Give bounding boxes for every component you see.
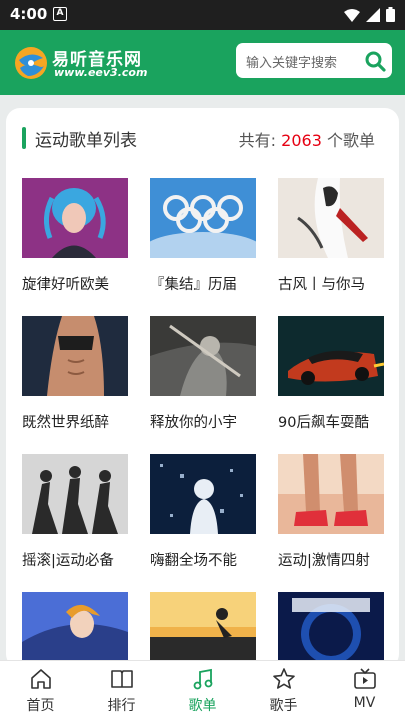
nav-label-home: 首页 <box>26 698 55 714</box>
app-header: 易听音乐网 www.eev3.com 输入关键字搜索 <box>0 30 405 95</box>
playlist-item[interactable]: 既然世界纸醉 <box>22 316 128 432</box>
nav-label-singers: 歌手 <box>269 698 298 714</box>
bottom-nav: 首页 排行 歌单 歌手 MV <box>0 660 405 720</box>
count-number: 2063 <box>281 131 322 150</box>
site-logo[interactable]: 易听音乐网 www.eev3.com <box>14 43 164 83</box>
signal-icon <box>366 7 380 22</box>
playlist-cover <box>22 454 128 534</box>
playlist-item[interactable]: 嗨翻全场不能 <box>150 454 256 570</box>
list-title: 运动歌单列表 <box>35 131 137 151</box>
playlist-item[interactable] <box>22 592 128 668</box>
count-prefix: 共有: <box>238 131 277 150</box>
status-time: 4:00 <box>10 5 48 23</box>
playlist-cover <box>150 592 256 668</box>
playlist-caption: 旋律好听欧美 <box>22 277 109 293</box>
nav-item-playlists[interactable]: 歌单 <box>162 661 243 720</box>
playlist-item[interactable]: 摇滚|运动必备 <box>22 454 128 570</box>
card-header: 运动歌单列表 共有: 2063 个歌单 <box>6 108 399 160</box>
nav-label-ranking: 排行 <box>107 698 136 714</box>
playlist-item[interactable]: 『集结』历届 <box>143 178 263 294</box>
search-icon[interactable] <box>364 50 386 72</box>
logo-icon <box>15 47 47 79</box>
playlist-item[interactable]: 运动|激情四射 <box>278 454 384 570</box>
playlist-item[interactable] <box>150 592 256 668</box>
playlist-caption: 释放你的小宇 <box>150 415 237 431</box>
playlist-cover <box>143 178 263 268</box>
book-icon <box>110 670 133 688</box>
nav-label-playlists: 歌单 <box>188 698 217 714</box>
notification-icon: A <box>53 7 67 21</box>
playlist-item[interactable]: 古风丨与你马 <box>278 178 384 294</box>
search-input[interactable]: 输入关键字搜索 <box>236 43 392 78</box>
playlist-cover <box>278 178 384 258</box>
playlist-cover <box>22 178 128 258</box>
playlist-cover <box>278 454 384 534</box>
playlist-caption: 既然世界纸醉 <box>22 415 109 431</box>
playlist-item[interactable] <box>278 592 384 668</box>
playlist-cover <box>150 454 256 534</box>
wifi-icon <box>344 8 360 22</box>
nav-label-mv: MV <box>353 695 376 711</box>
playlist-caption: 运动|激情四射 <box>278 553 370 569</box>
playlist-caption: 嗨翻全场不能 <box>150 553 237 569</box>
logo-url: www.eev3.com <box>54 66 148 79</box>
playlist-cover <box>278 316 385 396</box>
playlist-cover <box>150 316 256 396</box>
playlist-item[interactable]: 90后飙车耍酷 <box>278 316 385 432</box>
home-icon <box>30 669 51 689</box>
playlist-item[interactable]: 旋律好听欧美 <box>22 178 128 294</box>
battery-icon <box>386 7 395 22</box>
tv-icon <box>353 668 376 689</box>
title-accent-bar <box>22 127 26 149</box>
playlist-cover <box>22 316 128 396</box>
music-note-icon <box>193 668 212 690</box>
playlist-caption: 古风丨与你马 <box>278 277 365 293</box>
playlist-caption: 『集结』历届 <box>150 277 237 293</box>
nav-item-singers[interactable]: 歌手 <box>243 661 324 720</box>
playlist-card: 运动歌单列表 共有: 2063 个歌单 旋律好听欧美 『集结』历届 古风丨与你马… <box>6 108 399 668</box>
count-suffix: 个歌单 <box>326 131 375 150</box>
star-icon <box>272 668 295 689</box>
playlist-item[interactable]: 释放你的小宇 <box>150 316 256 432</box>
playlist-caption: 90后飙车耍酷 <box>278 415 369 431</box>
nav-item-home[interactable]: 首页 <box>0 661 81 720</box>
nav-item-mv[interactable]: MV <box>324 661 405 720</box>
status-icons <box>344 7 395 22</box>
nav-item-ranking[interactable]: 排行 <box>81 661 162 720</box>
playlist-cover <box>278 592 384 668</box>
search-placeholder: 输入关键字搜索 <box>246 56 338 71</box>
status-bar: 4:00 A <box>0 0 405 30</box>
playlist-cover <box>22 592 128 668</box>
playlist-caption: 摇滚|运动必备 <box>22 553 114 569</box>
list-count: 共有: 2063 个歌单 <box>239 127 375 151</box>
